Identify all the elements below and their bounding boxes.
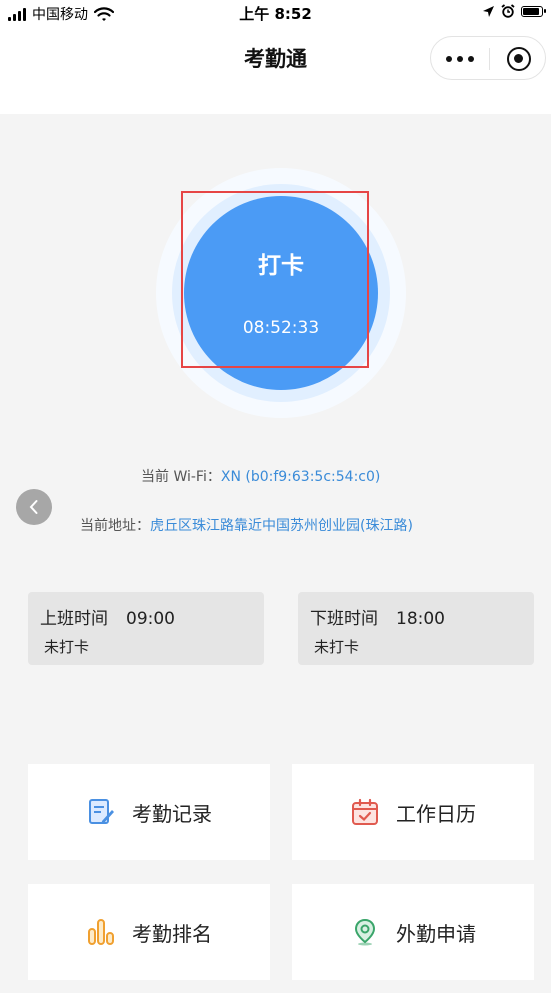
back-button[interactable] xyxy=(16,489,52,525)
more-dot-icon xyxy=(446,56,452,62)
menu-attendance-records[interactable]: 考勤记录 xyxy=(28,764,270,860)
shift-title: 上班时间 xyxy=(40,609,108,629)
alarm-icon xyxy=(501,4,515,18)
shift-title-line: 下班时间 18:00 xyxy=(310,604,445,629)
shift-status: 未打卡 xyxy=(44,638,90,656)
shift-title-line: 上班时间 09:00 xyxy=(40,604,175,629)
status-bar: 中国移动 上午 8:52 xyxy=(0,0,551,26)
status-time: 上午 8:52 xyxy=(239,5,312,23)
shift-time: 18:00 xyxy=(396,609,445,629)
menu-label: 考勤排名 xyxy=(132,921,212,946)
chevron-left-icon xyxy=(29,500,38,514)
wifi-value: XN (b0:f9:63:5c:54:c0) xyxy=(220,469,381,485)
capsule-divider xyxy=(489,48,490,70)
bar-chart-icon xyxy=(88,919,114,945)
battery-icon xyxy=(521,5,546,17)
shift-card-end: 下班时间 18:00 未打卡 xyxy=(298,592,534,665)
shift-time: 09:00 xyxy=(126,609,175,629)
shift-status: 未打卡 xyxy=(314,638,360,656)
location-pin-icon xyxy=(354,918,376,946)
more-dot-icon xyxy=(468,56,474,62)
shift-card-start: 上班时间 09:00 未打卡 xyxy=(28,592,264,665)
location-label: 当前地址： xyxy=(80,518,150,534)
close-mini-program-button[interactable] xyxy=(507,47,531,71)
highlight-box xyxy=(181,191,369,368)
status-right xyxy=(482,4,546,18)
document-edit-icon xyxy=(89,799,114,824)
mini-program-capsule xyxy=(430,36,546,80)
menu-field-work-request[interactable]: 外勤申请 xyxy=(292,884,534,980)
menu-label: 考勤记录 xyxy=(132,801,212,826)
location-arrow-icon xyxy=(483,5,494,17)
wifi-info: 当前 Wi-Fi：XN (b0:f9:63:5c:54:c0) xyxy=(141,466,380,486)
menu-work-calendar[interactable]: 工作日历 xyxy=(292,764,534,860)
shift-title: 下班时间 xyxy=(310,609,378,629)
wifi-label: 当前 Wi-Fi： xyxy=(141,469,221,485)
location-info: 当前地址：虎丘区珠江路靠近中国苏州创业园(珠江路) xyxy=(80,515,413,535)
menu-label: 工作日历 xyxy=(396,801,476,826)
menu-attendance-ranking[interactable]: 考勤排名 xyxy=(28,884,270,980)
menu-label: 外勤申请 xyxy=(396,921,476,946)
location-value: 虎丘区珠江路靠近中国苏州创业园(珠江路) xyxy=(150,518,413,534)
more-menu-button[interactable] xyxy=(431,37,489,81)
calendar-check-icon xyxy=(352,798,378,825)
more-dot-icon xyxy=(457,56,463,62)
